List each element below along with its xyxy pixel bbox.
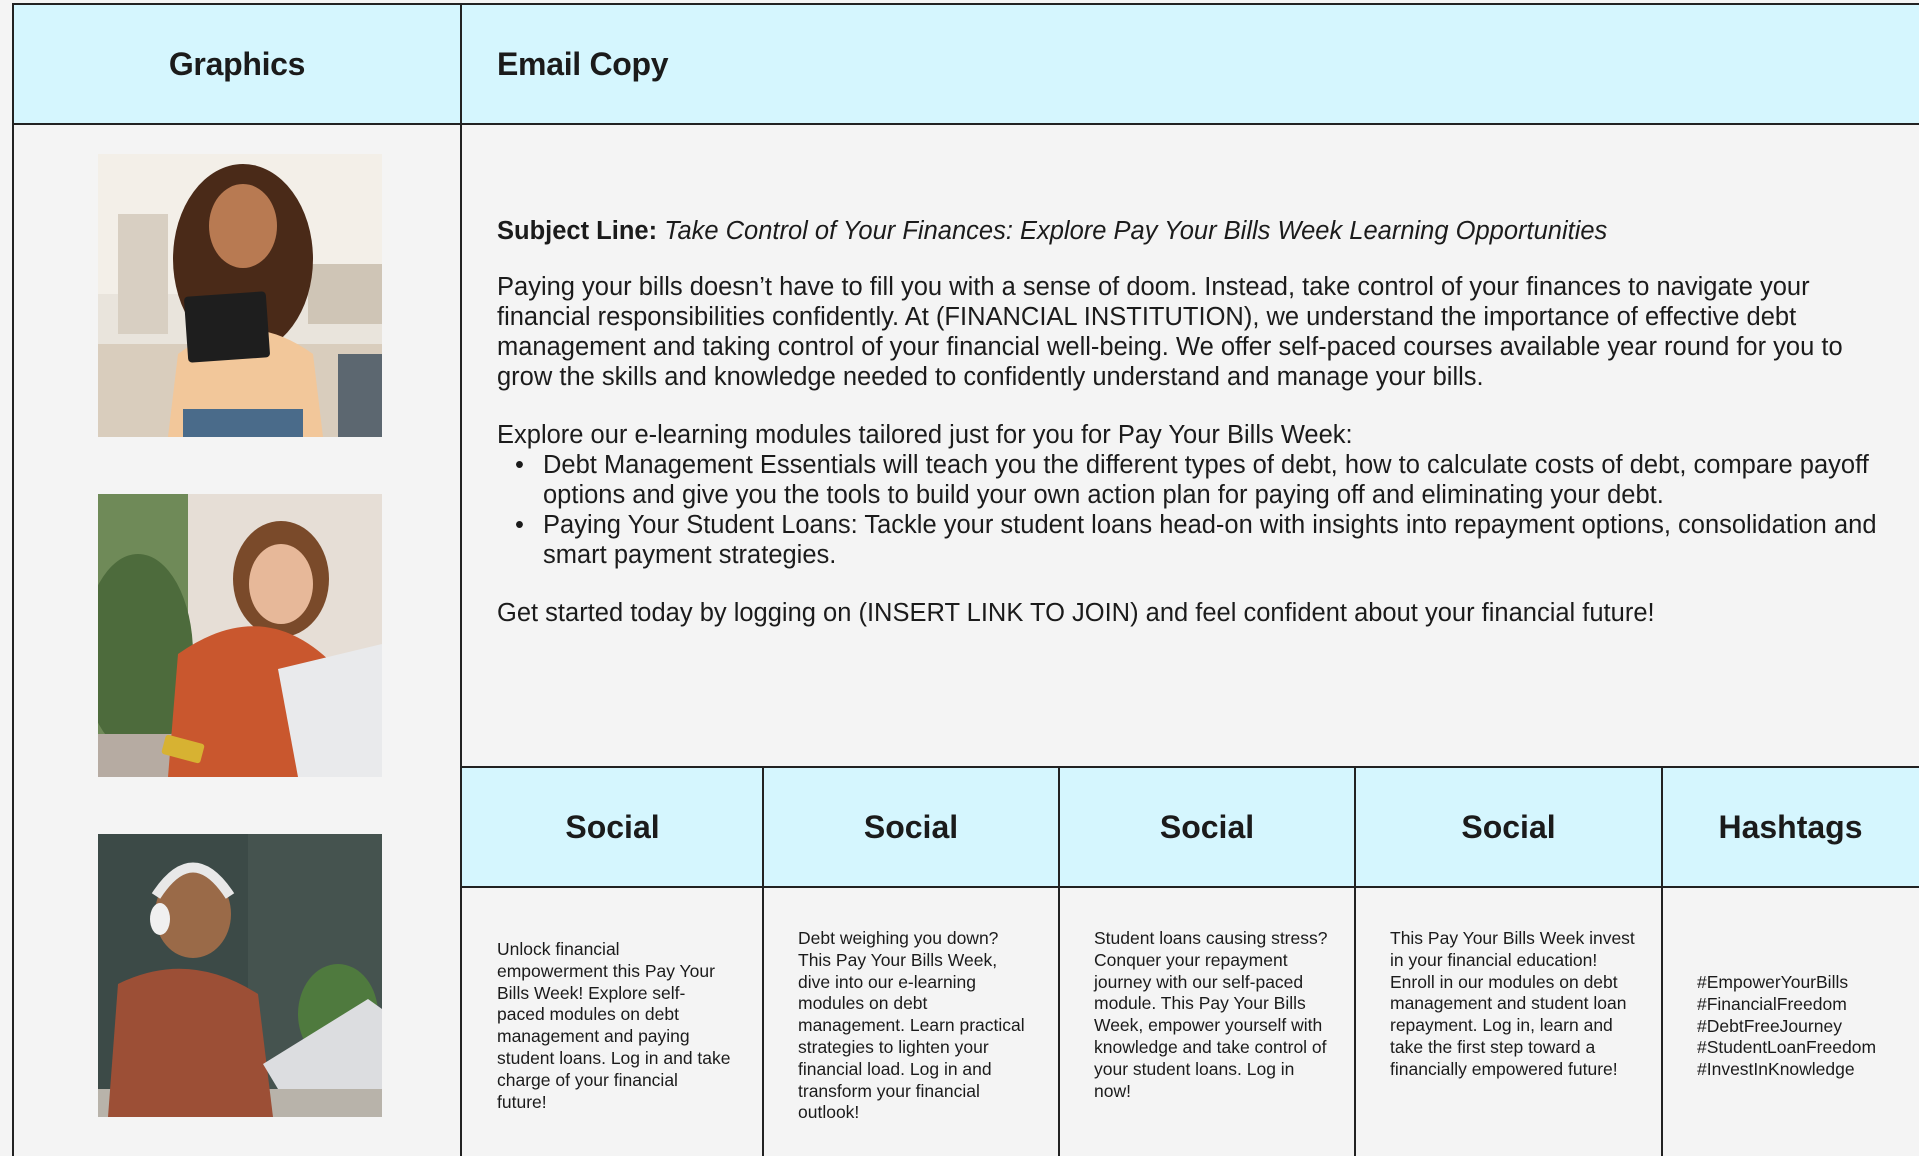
social-header-1: Social (462, 768, 763, 888)
social-header-4: Social (1355, 768, 1662, 888)
subject-label: Subject Line: (497, 217, 658, 245)
social-post-4: This Pay Your Bills Week invest in your … (1390, 928, 1635, 1079)
social-divider (1354, 768, 1356, 1156)
module-item: Paying Your Student Loans: Tackle your s… (515, 510, 1897, 570)
modules-intro: Explore our e-learning modules tailored … (497, 421, 1353, 449)
email-paragraph: Paying your bills doesn’t have to fill y… (497, 273, 1843, 391)
email-copy-header-label: Email Copy (497, 45, 669, 82)
social-post-3: Student loans causing stress? Conquer yo… (1094, 928, 1328, 1101)
hashtags-header: Hashtags (1662, 768, 1919, 888)
hashtag: #InvestInKnowledge (1697, 1059, 1855, 1080)
subject-line: Subject Line: Take Control of Your Finan… (497, 216, 1897, 246)
hashtag: #StudentLoanFreedom (1697, 1037, 1877, 1058)
graphics-header-label: Graphics (168, 45, 306, 82)
subject-text: Take Control of Your Finances: Explore P… (664, 217, 1608, 245)
graphics-header: Graphics (14, 5, 462, 125)
man-with-headphones-photo (98, 834, 382, 1117)
social-divider (1661, 768, 1663, 1156)
email-closing: Get started today by logging on (INSERT … (497, 599, 1655, 627)
hashtag: #EmpowerYourBills (1697, 972, 1849, 992)
hashtags-header-label: Hashtags (1718, 808, 1863, 845)
social-post-2: Debt weighing you down? This Pay Your Bi… (798, 928, 1025, 1123)
column-divider (460, 125, 462, 1156)
social-divider (1058, 768, 1060, 1156)
woman-with-tablet-photo (98, 154, 382, 437)
woman-with-laptop-photo (98, 494, 382, 777)
social-post-1: Unlock financial empowerment this Pay Yo… (497, 939, 731, 1112)
email-copy-body: Subject Line: Take Control of Your Finan… (497, 216, 1897, 628)
module-item: Debt Management Essentials will teach yo… (515, 450, 1897, 510)
social-header-label: Social (863, 808, 959, 845)
hashtag: #FinancialFreedom (1697, 993, 1847, 1014)
social-header-label: Social (565, 808, 660, 845)
social-header-3: Social (1059, 768, 1355, 888)
social-divider (762, 768, 764, 1156)
social-header-label: Social (1159, 808, 1255, 845)
email-copy-header: Email Copy (462, 5, 1919, 125)
hashtag: #DebtFreeJourney (1697, 1015, 1842, 1036)
social-header-label: Social (1461, 808, 1556, 845)
modules-list: Debt Management Essentials will teach yo… (515, 450, 1897, 570)
hashtags-list: #EmpowerYourBills #FinancialFreedom #Deb… (1697, 972, 1912, 1081)
social-header-2: Social (763, 768, 1059, 888)
